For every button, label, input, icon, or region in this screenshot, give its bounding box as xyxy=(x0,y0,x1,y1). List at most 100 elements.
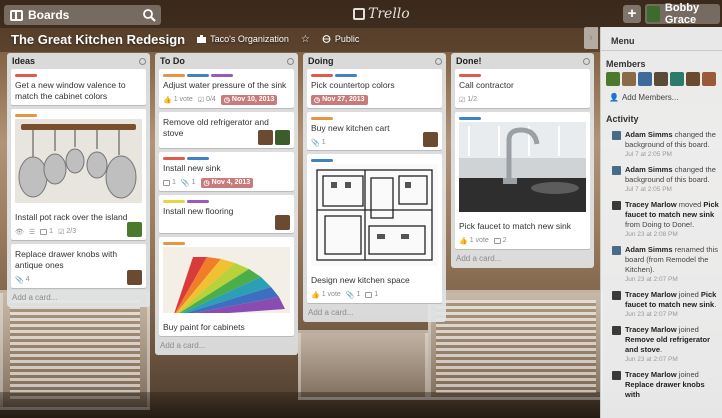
member-avatar[interactable] xyxy=(622,72,636,86)
card-label xyxy=(187,157,209,160)
card[interactable]: Install new flooring xyxy=(159,195,294,233)
card-title: Get a new window valence to match the ca… xyxy=(15,80,126,101)
avatar[interactable] xyxy=(612,371,621,380)
card[interactable]: Install new sink 1 📎 1 ◷ Nov 4, 2013 xyxy=(159,152,294,191)
list-title[interactable]: Doing xyxy=(308,56,334,66)
attachment-count: 1 xyxy=(356,291,361,298)
avatar[interactable] xyxy=(275,130,290,145)
activity-item: Tracey Marlow moved Pick faucet to match… xyxy=(601,200,722,240)
card-title: Pick faucet to match new sink xyxy=(459,221,571,231)
board-organization[interactable]: Taco's Organization xyxy=(197,34,289,44)
activity-user[interactable]: Tracey Marlow xyxy=(625,290,677,299)
avatar[interactable] xyxy=(612,131,621,140)
member-avatar[interactable] xyxy=(686,72,700,86)
activity-card-link[interactable]: Replace drawer knobs with xyxy=(625,380,705,399)
person-icon: 👤 xyxy=(609,93,619,102)
activity-user[interactable]: Tracey Marlow xyxy=(625,370,677,379)
card[interactable]: Buy paint for cabinets xyxy=(159,237,294,336)
card[interactable]: Buy new kitchen cart 📎 1 xyxy=(307,112,442,150)
member-avatar[interactable] xyxy=(654,72,668,86)
board-header: The Great Kitchen Redesign Taco's Organi… xyxy=(0,28,600,50)
list-title[interactable]: Done! xyxy=(456,56,482,66)
activity-user[interactable]: Adam Simms xyxy=(625,245,673,254)
add-button[interactable]: + xyxy=(623,5,641,23)
card[interactable]: Get a new window valence to match the ca… xyxy=(11,69,146,105)
avatar[interactable] xyxy=(612,166,621,175)
member-avatar[interactable] xyxy=(638,72,652,86)
card[interactable]: Remove old refrigerator and stove xyxy=(159,112,294,148)
star-icon[interactable]: ☆ xyxy=(301,34,310,45)
comment-count: 1 xyxy=(374,291,379,298)
add-card-link[interactable]: Add a card... xyxy=(303,307,446,322)
list-doing: Doing Pick countertop colors ◷ Nov 27, 20… xyxy=(303,53,446,322)
add-card-link[interactable]: Add a card... xyxy=(7,292,150,307)
card-title: Adjust water pressure of the sink xyxy=(163,80,287,90)
list-title[interactable]: Ideas xyxy=(12,56,35,66)
add-card-link[interactable]: Add a card... xyxy=(451,253,594,268)
card-label xyxy=(163,242,185,245)
user-menu-button[interactable]: Bobby Grace xyxy=(645,2,720,26)
card[interactable]: Call contractor ☑ 1/2 xyxy=(455,69,590,108)
comment-icon xyxy=(493,237,501,244)
list-menu-icon[interactable] xyxy=(583,57,590,65)
activity-user[interactable]: Tracey Marlow xyxy=(625,200,677,209)
boards-label: Boards xyxy=(28,8,70,22)
logo-icon xyxy=(353,8,365,20)
avatar[interactable] xyxy=(423,132,438,147)
card-title: Call contractor xyxy=(459,80,514,90)
avatar[interactable] xyxy=(612,246,621,255)
activity-heading: Activity xyxy=(606,114,639,124)
avatar[interactable] xyxy=(258,130,273,145)
activity-time: Jun 23 at 2:07 PM xyxy=(625,311,678,318)
search-icon[interactable] xyxy=(142,8,156,22)
attachment-count: 1 xyxy=(191,179,196,186)
due-date: Nov 27, 2013 xyxy=(322,96,365,103)
member-avatar[interactable] xyxy=(702,72,716,86)
member-avatar[interactable] xyxy=(670,72,684,86)
add-members-button[interactable]: 👤 Add Members... xyxy=(601,86,722,102)
avatar[interactable] xyxy=(127,222,142,237)
avatar[interactable] xyxy=(612,291,621,300)
collapse-sidebar-button[interactable]: › xyxy=(584,27,598,49)
comment-icon xyxy=(163,179,170,186)
description-icon: ☰ xyxy=(28,228,36,236)
member-avatar[interactable] xyxy=(606,72,620,86)
organization-name: Taco's Organization xyxy=(210,34,289,44)
list-menu-icon[interactable] xyxy=(139,57,146,65)
avatar[interactable] xyxy=(612,201,621,210)
trello-logo[interactable]: Trello xyxy=(353,6,410,22)
card-cover-image xyxy=(15,119,142,208)
activity-card-link[interactable]: Remove old refrigerator and stove xyxy=(625,335,710,354)
boards-button[interactable]: Boards xyxy=(4,5,161,25)
comment-count: 1 xyxy=(49,228,54,235)
avatar[interactable] xyxy=(275,215,290,230)
list-title[interactable]: To Do xyxy=(160,56,185,66)
add-card-link[interactable]: Add a card... xyxy=(155,340,298,355)
card[interactable]: Replace drawer knobs with antique ones 📎… xyxy=(11,244,146,288)
list-menu-icon[interactable] xyxy=(287,57,294,65)
card[interactable]: Adjust water pressure of the sink 👍 1 vot… xyxy=(159,69,294,108)
card[interactable]: Install pot rack over the island 👁 ☰ 1 ☑… xyxy=(11,109,146,240)
vote-icon: 👍 xyxy=(459,237,468,245)
list-menu-icon[interactable] xyxy=(435,57,442,65)
board-title[interactable]: The Great Kitchen Redesign xyxy=(11,32,185,47)
activity-time: Jun 23 at 2:07 PM xyxy=(625,356,678,363)
card-label xyxy=(211,74,233,77)
card[interactable]: Design new kitchen space 👍 1 vote 📎 1 1 xyxy=(307,154,442,303)
activity-user[interactable]: Tracey Marlow xyxy=(625,325,677,334)
comment-count: 2 xyxy=(502,237,507,244)
card-label xyxy=(187,200,209,203)
card-label xyxy=(187,74,209,77)
avatar[interactable] xyxy=(127,270,142,285)
avatar[interactable] xyxy=(612,326,621,335)
card[interactable]: Pick faucet to match new sink 👍 1 vote 2 xyxy=(455,112,590,249)
card-title: Replace drawer knobs with antique ones xyxy=(15,249,118,270)
card[interactable]: Pick countertop colors ◷ Nov 27, 2013 xyxy=(307,69,442,108)
list-to-do: To Do Adjust water pressure of the sink … xyxy=(155,53,298,355)
board-visibility[interactable]: Public xyxy=(322,34,359,44)
vote-count: 1 vote xyxy=(173,96,193,103)
vote-icon: 👍 xyxy=(163,96,172,104)
activity-user[interactable]: Adam Simms xyxy=(625,130,673,139)
activity-user[interactable]: Adam Simms xyxy=(625,165,673,174)
card-title: Install pot rack over the island xyxy=(15,212,128,222)
